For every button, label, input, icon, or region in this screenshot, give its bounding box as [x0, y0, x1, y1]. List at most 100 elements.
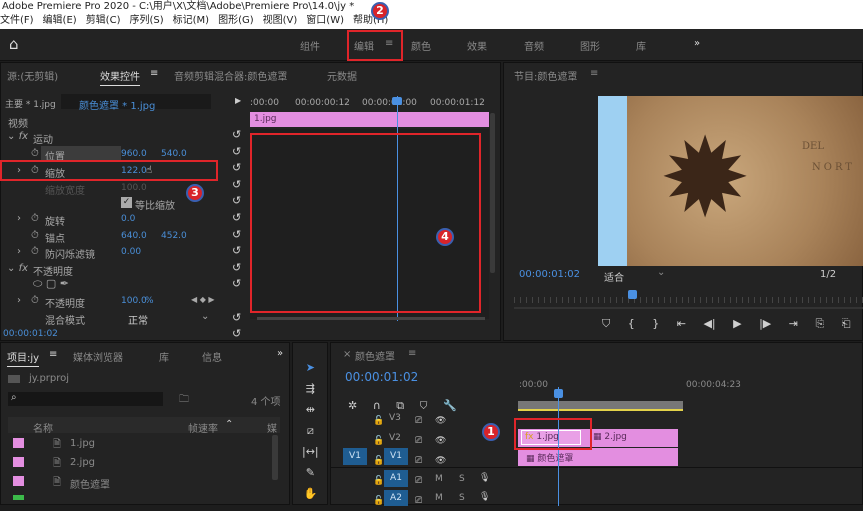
expand-icon[interactable]: ⌄ fx: [7, 263, 28, 274]
source-patch-v1[interactable]: V1: [343, 448, 367, 465]
stopwatch-icon[interactable]: ⏱: [31, 230, 39, 241]
tab-libraries[interactable]: 库: [159, 349, 169, 364]
zoom-bar[interactable]: [514, 307, 863, 309]
menu-window[interactable]: 窗口(W): [306, 15, 344, 26]
panel-menu-icon[interactable]: ≡: [408, 348, 416, 359]
reset-icons[interactable]: ↺ ↺ ↺ ↺ ↺ ↺ ↺ ↺ ↺ ↺ ↺ ↺: [232, 127, 241, 343]
track-v1[interactable]: V1: [384, 448, 408, 465]
clip-2jpg[interactable]: ▦ 2.jpg: [593, 432, 627, 442]
menu-markers[interactable]: 标记(M): [173, 15, 209, 26]
zoom-scrollbar[interactable]: [257, 317, 485, 320]
program-timecode[interactable]: 00:00:01:02: [519, 269, 580, 280]
stopwatch-icon[interactable]: ⏱: [31, 295, 39, 306]
more-workspaces[interactable]: »: [694, 38, 700, 49]
stopwatch-icon[interactable]: ⏱: [31, 246, 39, 257]
toggle-timeline-icon[interactable]: ▶: [235, 96, 241, 105]
video-preview[interactable]: ✹ DEL NORT: [627, 96, 863, 266]
mute-button[interactable]: M: [435, 493, 443, 503]
tab-source[interactable]: 源:(无剪辑): [7, 68, 58, 83]
track-a1[interactable]: A1: [384, 470, 408, 487]
timeline-timecode[interactable]: 00:00:01:02: [345, 370, 418, 384]
menu-sequence[interactable]: 序列(S): [129, 15, 163, 26]
column-name[interactable]: 名称: [33, 420, 53, 435]
new-bin-icon[interactable]: 🗀: [179, 392, 189, 409]
list-item[interactable]: 🗎 1.jpg: [8, 435, 273, 453]
workspace-audio[interactable]: 音频: [524, 38, 544, 53]
master-clip[interactable]: 主要 * 1.jpg: [5, 97, 56, 110]
fit-select[interactable]: 适合: [604, 269, 624, 284]
menu-view[interactable]: 视图(V): [263, 15, 298, 26]
menu-edit[interactable]: 编辑(E): [43, 15, 77, 26]
list-item[interactable]: 🗎 颜色遮罩: [8, 473, 273, 491]
anchor-y[interactable]: 452.0: [161, 231, 187, 241]
tab-audio-clip-mixer[interactable]: 音频剪辑混合器:颜色遮罩: [174, 68, 287, 83]
resolution-select[interactable]: 1/2: [820, 269, 836, 280]
effect-motion[interactable]: 运动: [33, 131, 53, 146]
track-v3[interactable]: V3: [389, 413, 401, 423]
playhead-handle[interactable]: [392, 97, 402, 105]
tab-media-browser[interactable]: 媒体浏览器: [73, 349, 123, 364]
menu-file[interactable]: 文件(F): [0, 15, 34, 26]
sequence-clip[interactable]: 颜色遮罩 * 1.jpg: [79, 97, 155, 112]
list-item[interactable]: 🗎 2.jpg: [8, 454, 273, 472]
solo-button[interactable]: S: [459, 474, 465, 484]
sequence-tab[interactable]: 颜色遮罩: [355, 348, 395, 363]
scrollbar[interactable]: [272, 435, 278, 480]
workspace-libraries[interactable]: 库: [636, 38, 646, 53]
close-icon[interactable]: ×: [343, 349, 351, 360]
position-y[interactable]: 540.0: [161, 149, 187, 159]
position-x[interactable]: 960.0: [121, 149, 147, 159]
time-ruler[interactable]: [514, 297, 863, 303]
track-v2[interactable]: V2: [389, 433, 401, 443]
home-icon[interactable]: ⌂: [9, 35, 19, 53]
clip-color-matte[interactable]: ▦ 颜色遮罩: [518, 448, 678, 466]
playhead-handle[interactable]: [628, 290, 637, 299]
effect-controls-timecode[interactable]: 00:00:01:02: [3, 329, 58, 339]
workspace-effects[interactable]: 效果: [467, 38, 487, 53]
tab-project[interactable]: 项目:jy: [7, 349, 40, 367]
track-a2[interactable]: A2: [384, 490, 408, 506]
rotation-value[interactable]: 0.0: [121, 214, 135, 224]
workspace-assembly[interactable]: 组件: [300, 38, 320, 53]
mute-button[interactable]: M: [435, 474, 443, 484]
opacity-value[interactable]: 100.0: [121, 296, 147, 306]
panel-menu-icon[interactable]: ≡: [49, 349, 57, 360]
tab-effect-controls[interactable]: 效果控件: [100, 68, 140, 86]
lock-icons[interactable]: 🔓 🔓 🔓 🔓 🔓: [373, 411, 384, 511]
panel-menu-icon[interactable]: ≡: [150, 68, 158, 79]
menu-graphics[interactable]: 图形(G): [218, 15, 254, 26]
chevron-down-icon[interactable]: ⌄: [201, 311, 209, 322]
clip-bar[interactable]: 1.jpg: [250, 112, 489, 127]
panel-menu-icon[interactable]: ≡: [590, 68, 598, 79]
search-input[interactable]: ⌕: [8, 392, 163, 406]
keyframe-nav-icon[interactable]: ◀ ◆ ▶: [191, 295, 215, 304]
transport-controls[interactable]: ⛉ { } ⇤ ◀| ▶ |▶ ⇥ ⎘ ⎗: [602, 317, 851, 331]
tab-info[interactable]: 信息: [202, 349, 222, 364]
anti-flicker-value[interactable]: 0.00: [121, 247, 141, 257]
playhead-handle[interactable]: [554, 389, 563, 398]
mic-icon[interactable]: 🎙: [479, 473, 490, 483]
mic-icon[interactable]: 🎙: [479, 492, 490, 502]
expand-icon[interactable]: ⌄ fx: [7, 131, 28, 142]
column-frame-rate[interactable]: 帧速率: [188, 420, 218, 435]
work-area-bar[interactable]: [518, 401, 683, 411]
more-tabs-icon[interactable]: »: [277, 348, 283, 359]
menu-clip[interactable]: 剪辑(C): [86, 15, 121, 26]
uniform-scale-checkbox[interactable]: ✓: [121, 197, 132, 208]
scrollbar[interactable]: [490, 113, 495, 273]
blend-mode-select[interactable]: 正常: [128, 312, 148, 327]
workspace-graphics[interactable]: 图形: [580, 38, 600, 53]
workspace-color[interactable]: 颜色: [411, 38, 431, 53]
chevron-down-icon[interactable]: ⌄: [657, 267, 665, 278]
sort-up-icon[interactable]: ⌃: [225, 419, 233, 430]
mask-shape-icons[interactable]: ⬭ ▢ ✒: [33, 277, 69, 291]
eye-icons[interactable]: 👁 👁 👁: [435, 411, 446, 471]
tool-icons[interactable]: ➤ ⇶ ⇹ ⧄ |↔| ✎ ✋: [302, 357, 319, 504]
effect-opacity[interactable]: 不透明度: [33, 263, 73, 278]
stopwatch-icon[interactable]: ⏱: [31, 148, 39, 159]
column-media[interactable]: 媒: [267, 420, 277, 435]
stopwatch-icon[interactable]: ⏱: [31, 213, 39, 224]
tab-metadata[interactable]: 元数据: [327, 68, 357, 83]
sync-icons[interactable]: ⎚ ⎚ ⎚ ⎚ ⎚: [415, 411, 422, 511]
solo-button[interactable]: S: [459, 493, 465, 503]
